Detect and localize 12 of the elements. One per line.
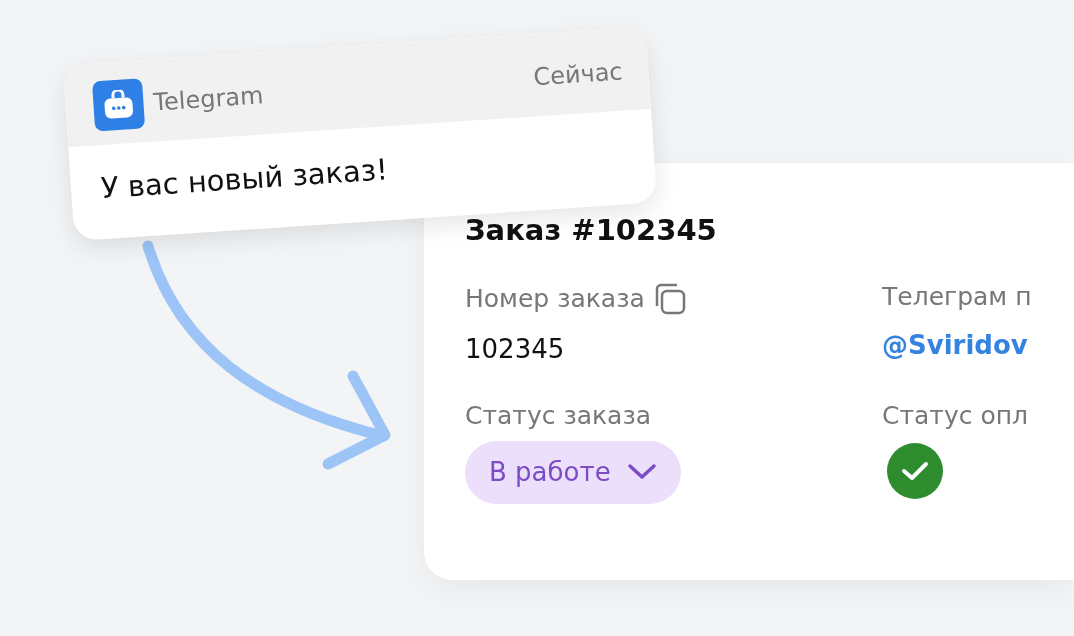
field-label: Статус опл: [882, 401, 1028, 431]
order-number: 102345: [465, 333, 565, 365]
status-dropdown[interactable]: В работе: [465, 441, 681, 504]
chevron-down-icon: [626, 463, 657, 482]
field-label: Статус заказа: [465, 401, 652, 431]
notification-time: Сейчас: [532, 56, 624, 94]
field-label: Номер заказа: [465, 283, 645, 314]
username-link[interactable]: @Sviridov: [882, 329, 1028, 361]
app-icon: [91, 78, 146, 132]
notification-message: У вас новый заказ!: [99, 152, 389, 206]
field-label: Телеграм п: [882, 281, 1032, 312]
app-name: Telegram: [152, 80, 266, 119]
